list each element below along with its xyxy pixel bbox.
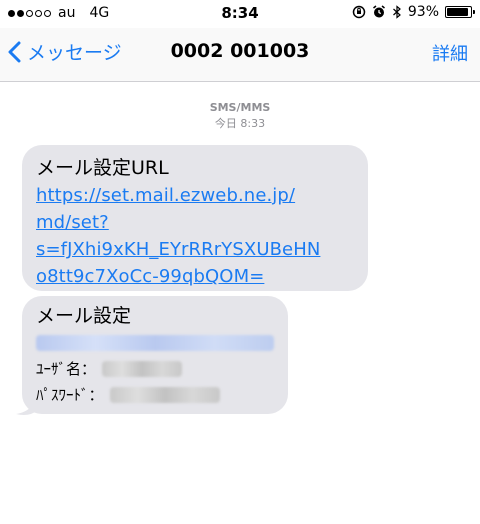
message-bubble[interactable]: メール設定URL https://set.mail.ezweb.ne.jp/ m…: [22, 145, 368, 291]
password-row: ﾊﾟｽﾜｰﾄﾞ：: [36, 382, 274, 408]
bubble-tail: [16, 396, 36, 415]
battery-percent: 93%: [407, 4, 439, 20]
conversation-header: SMS/MMS 今日 8:33: [0, 100, 480, 132]
message-bubble[interactable]: メール設定 ﾕｰｻﾞ名： ﾊﾟｽﾜｰﾄﾞ：: [22, 296, 288, 414]
rotation-lock-icon: [352, 5, 366, 19]
message-title: メール設定URL: [36, 157, 169, 179]
status-bar: au 4G 8:34 93%: [0, 0, 480, 28]
navigation-bar: メッセージ 0002 001003 詳細: [0, 28, 480, 82]
username-label: ﾕｰｻﾞ名：: [36, 360, 97, 378]
username-row: ﾕｰｻﾞ名：: [36, 356, 274, 382]
battery-fill: [447, 8, 469, 16]
link-line: md/set?: [36, 212, 109, 233]
settings-link[interactable]: https://set.mail.ezweb.ne.jp/ md/set? s=…: [36, 182, 354, 290]
redacted-password: [109, 387, 220, 403]
alarm-icon: [372, 5, 385, 18]
message-title: メール設定: [36, 305, 132, 327]
redacted-username: [102, 361, 183, 377]
link-line: s=fJXhi9xKH_EYrRRrYSXUBeHN: [36, 239, 321, 260]
redacted-email: [36, 330, 274, 356]
service-label: SMS/MMS: [209, 101, 271, 114]
bluetooth-icon: [392, 5, 401, 19]
link-line: o8tt9c7XoCc-99qbQOM=: [36, 266, 265, 287]
battery-icon: [445, 6, 475, 18]
details-button[interactable]: 詳細: [432, 40, 468, 66]
message-timestamp: 今日 8:33: [214, 117, 266, 130]
redacted-email-blur: [36, 335, 274, 351]
status-right: 93%: [352, 4, 475, 20]
password-label: ﾊﾟｽﾜｰﾄﾞ：: [36, 386, 104, 404]
conversation-title: 0002 001003: [170, 40, 310, 62]
link-line: https://set.mail.ezweb.ne.jp/: [36, 185, 296, 206]
